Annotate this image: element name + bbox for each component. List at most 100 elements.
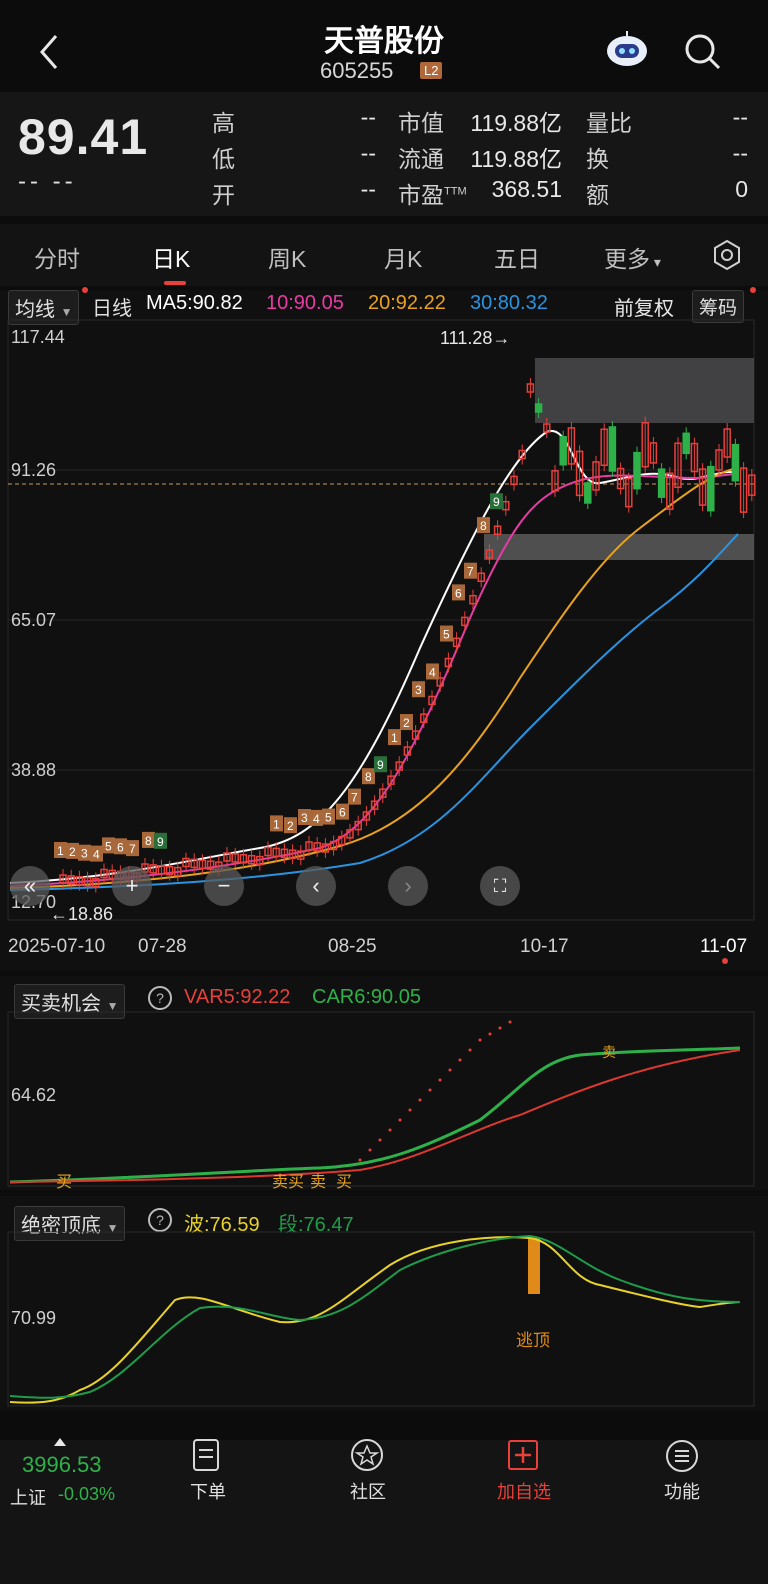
- price-change: -- --: [18, 168, 77, 195]
- scroll-right-icon[interactable]: ›: [388, 866, 428, 906]
- ma5-label: MA5:90.82: [146, 292, 243, 314]
- signal-label: 卖: [310, 1174, 327, 1191]
- nav-order[interactable]: 下单: [168, 1478, 248, 1504]
- menu-icon[interactable]: [664, 1438, 700, 1474]
- tab-five-day[interactable]: 五日: [494, 240, 540, 274]
- index-name: 上证: [10, 1488, 46, 1508]
- amount-label: 额: [586, 182, 609, 208]
- signal-dot: [508, 1020, 512, 1024]
- candle: [584, 482, 592, 504]
- ma30-label: 30:80.32: [470, 292, 548, 314]
- community-icon[interactable]: [348, 1436, 386, 1474]
- search-icon[interactable]: [684, 33, 722, 71]
- index-value[interactable]: 3996.53: [22, 1452, 102, 1478]
- signal-dot: [488, 1032, 492, 1036]
- tab-weekly-k[interactable]: 周K: [268, 240, 306, 274]
- td-marker-number: 4: [313, 812, 320, 826]
- low-marker: ←18.86: [50, 904, 114, 924]
- order-icon[interactable]: [190, 1438, 224, 1474]
- td-sequence-markers: 1 2 3 45 6 78 91 23 4 5 6789123456789: [54, 493, 503, 862]
- signal-dot: [478, 1038, 482, 1042]
- stock-name: 天普股份: [324, 25, 444, 58]
- td-marker-number: 5: [325, 811, 332, 825]
- high-value: --: [360, 104, 376, 130]
- nav-functions[interactable]: 功能: [642, 1478, 722, 1504]
- fullscreen-icon[interactable]: ⛶: [480, 866, 520, 906]
- x-tick: 10-17: [520, 936, 569, 957]
- signal-dot: [448, 1068, 452, 1072]
- open-value: --: [360, 176, 376, 202]
- td-marker-number: 1: [391, 731, 398, 745]
- period-label: 日线: [92, 298, 132, 320]
- signal-label: 买: [56, 1174, 73, 1191]
- td-marker-number: 8: [145, 834, 152, 848]
- tab-monthly-k[interactable]: 月K: [384, 240, 422, 274]
- zoom-out-icon[interactable]: −: [204, 866, 244, 906]
- help-icon[interactable]: ?: [148, 986, 172, 1010]
- y-tick: 65.07: [11, 610, 57, 630]
- notice-dot: [750, 287, 756, 293]
- scroll-left-icon[interactable]: ‹: [296, 866, 336, 906]
- td-marker-number: 5: [105, 839, 112, 853]
- zoom-in-icon[interactable]: +: [112, 866, 152, 906]
- pe-value: 368.51: [491, 176, 562, 202]
- tab-intraday[interactable]: 分时: [34, 240, 80, 274]
- ma10-label: 10:90.05: [266, 292, 344, 314]
- td-marker-number: 4: [429, 665, 436, 679]
- escape-top-label: 逃顶: [516, 1331, 550, 1350]
- turnover-value: --: [732, 140, 748, 166]
- robot-assistant-icon[interactable]: [604, 28, 650, 70]
- active-tab-indicator: [164, 281, 186, 285]
- td-marker-number: 6: [339, 806, 346, 820]
- tab-more[interactable]: 更多 ▾: [604, 240, 661, 274]
- td-marker-number: 2: [69, 845, 76, 859]
- td-marker-number: 3: [415, 683, 422, 697]
- resistance-zone: [535, 358, 754, 423]
- settings-icon[interactable]: [710, 238, 744, 272]
- signal-label: 买: [336, 1174, 353, 1191]
- signal-dot: [398, 1118, 402, 1122]
- amount-value: 0: [735, 176, 748, 202]
- candle: [682, 432, 690, 455]
- adjust-mode[interactable]: 前复权: [614, 292, 674, 321]
- signal-dot: [408, 1108, 412, 1112]
- rewind-icon[interactable]: «: [10, 866, 50, 906]
- turnover-label: 换: [586, 146, 609, 172]
- signal-dot: [358, 1158, 362, 1162]
- signal-dot: [428, 1088, 432, 1092]
- open-label: 开: [212, 182, 235, 208]
- td-marker-number: 3: [81, 847, 88, 861]
- tab-daily-k[interactable]: 日K: [152, 240, 190, 274]
- td-marker-number: 3: [301, 811, 308, 825]
- candle: [608, 426, 617, 472]
- td-marker-number: 6: [455, 586, 462, 600]
- td-marker-number: 4: [93, 848, 100, 862]
- nav-add-watchlist[interactable]: 加自选: [484, 1478, 564, 1504]
- market-cap-value: 119.88亿: [470, 110, 562, 136]
- signal-dot: [378, 1138, 382, 1142]
- td-marker-number: 2: [287, 819, 294, 833]
- signal-dot: [498, 1026, 502, 1030]
- panel2-svg: [7, 1231, 755, 1407]
- car6-label: CAR6:90.05: [312, 986, 421, 1008]
- x-tick: 11-07: [700, 936, 748, 957]
- float-cap-value: 119.88亿: [470, 146, 562, 172]
- candle: [731, 443, 740, 482]
- add-watch-icon[interactable]: [506, 1438, 540, 1472]
- nav-community[interactable]: 社区: [328, 1478, 408, 1504]
- td-marker-number: 1: [273, 817, 280, 831]
- td-marker-number: 2: [403, 716, 410, 730]
- y-tick: 117.44: [11, 327, 65, 347]
- low-label: 低: [212, 146, 235, 172]
- signal-dot: [438, 1078, 442, 1082]
- candle: [534, 403, 543, 413]
- index-up-icon: [54, 1438, 66, 1446]
- help-icon[interactable]: ?: [148, 1208, 172, 1232]
- candle: [633, 451, 641, 490]
- td-marker-number: 1: [57, 844, 64, 858]
- td-marker-number: 9: [157, 835, 164, 849]
- td-marker-number: 8: [480, 519, 487, 533]
- signal-label: 卖买: [272, 1174, 305, 1191]
- td-marker-number: 7: [129, 842, 136, 856]
- td-marker-number: 7: [467, 565, 474, 579]
